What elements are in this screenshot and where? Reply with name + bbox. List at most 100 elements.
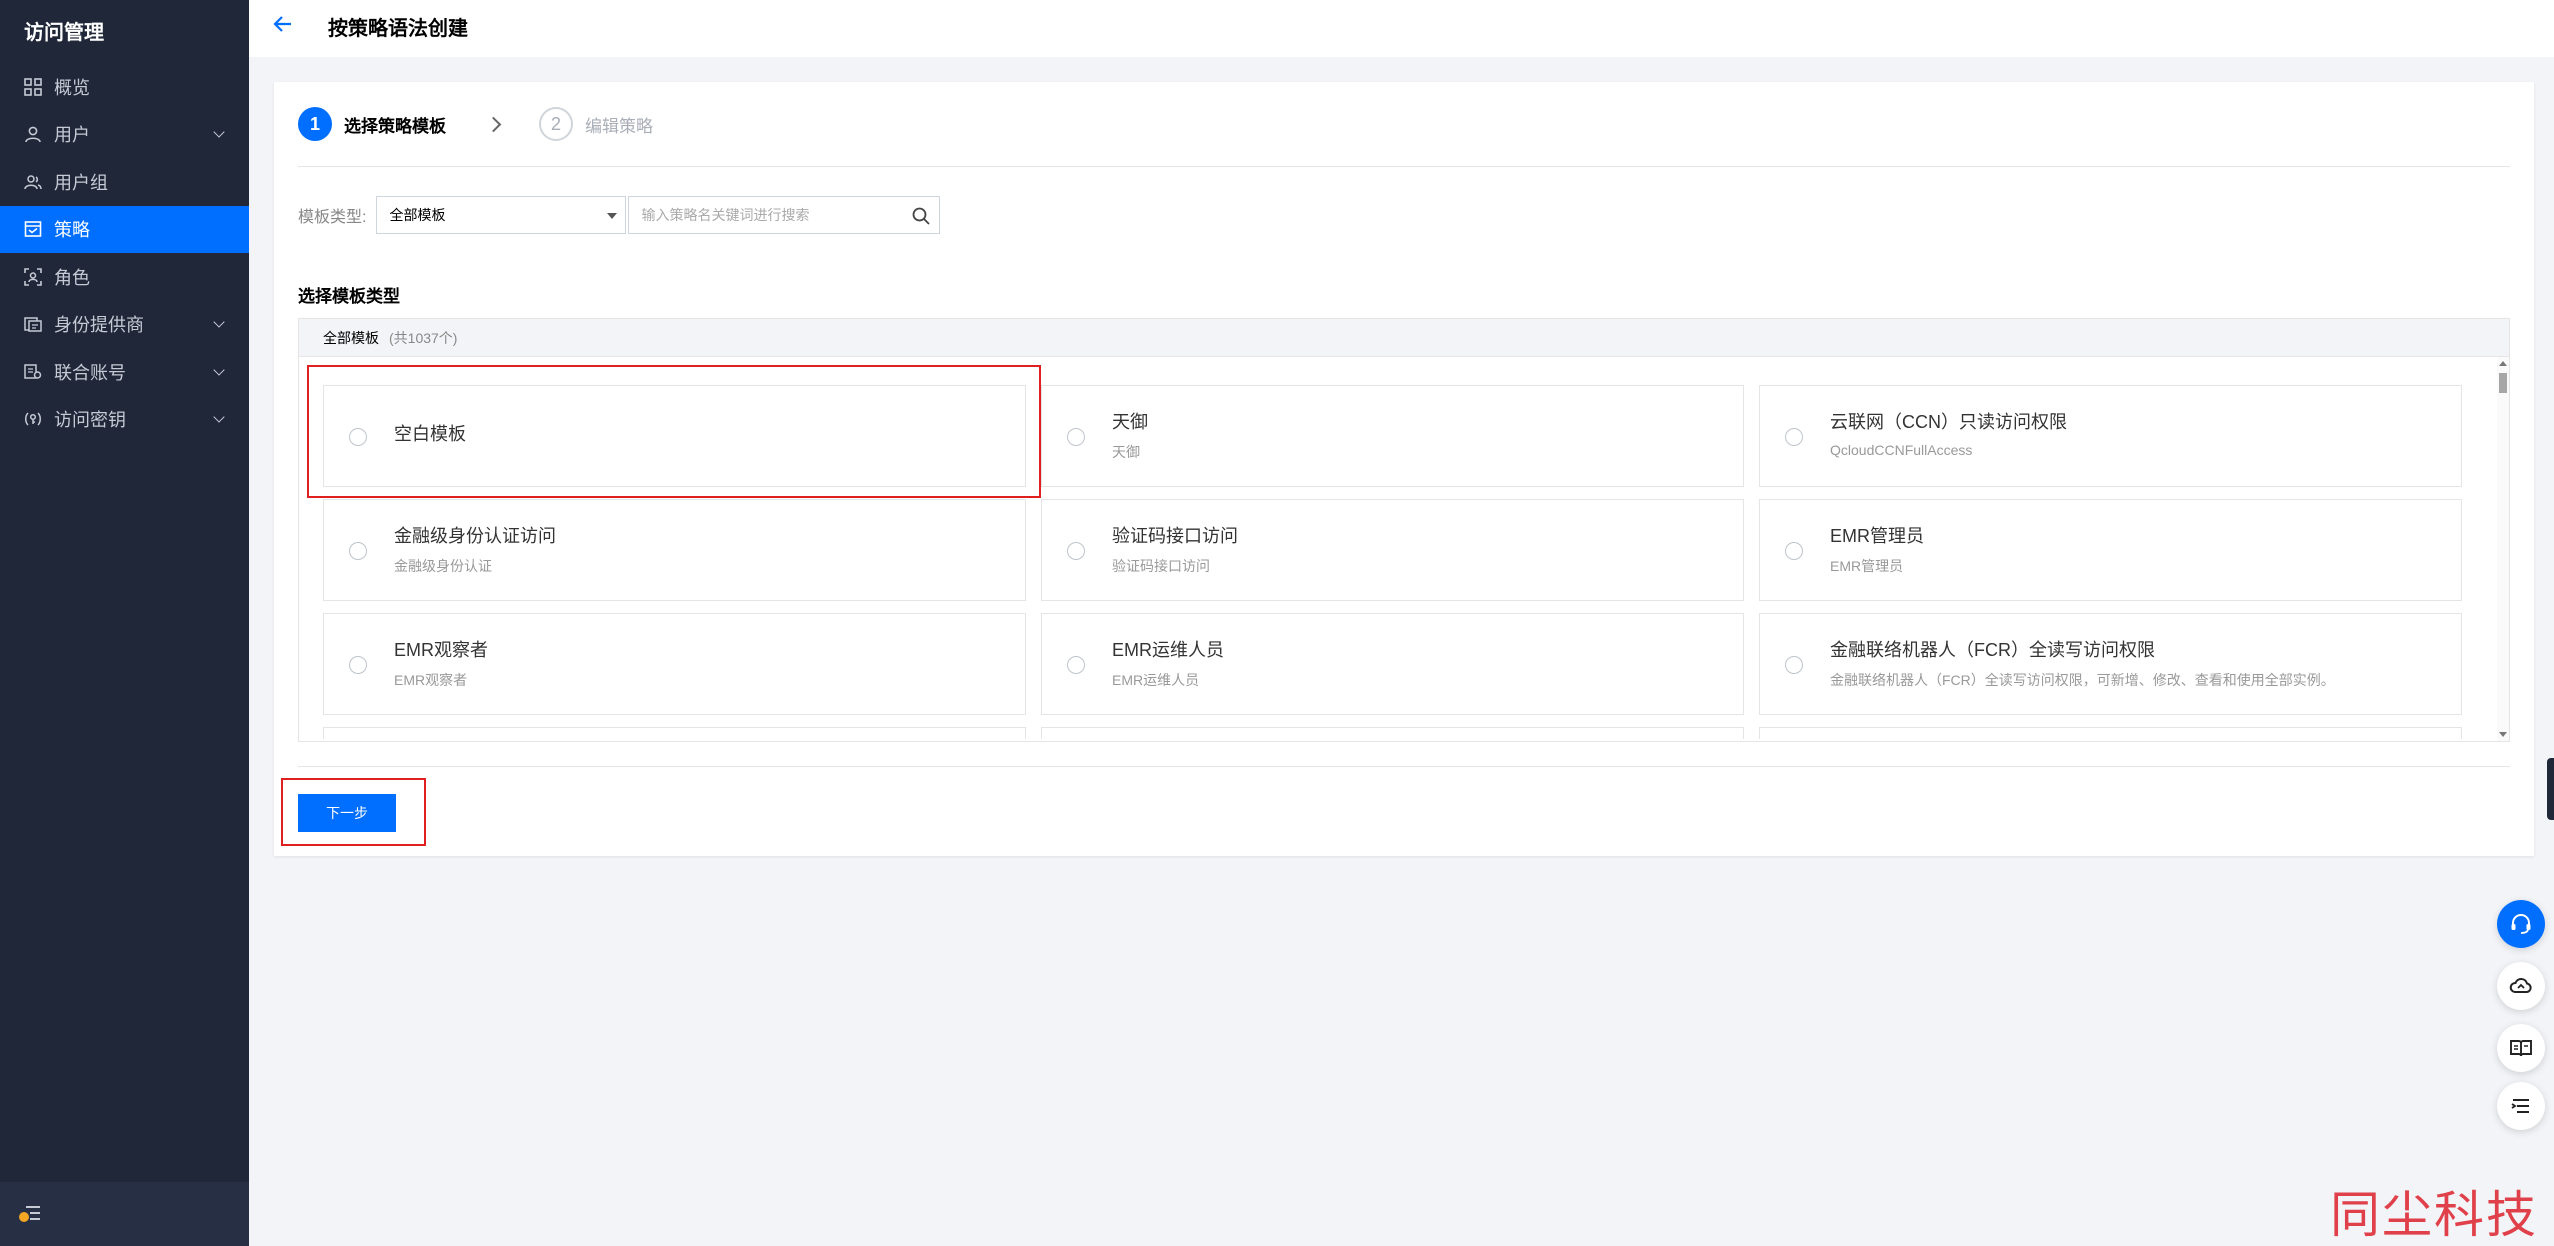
template-card[interactable]: EMR运维人员 EMR运维人员 — [1041, 613, 1744, 715]
policy-search-box — [628, 196, 941, 234]
template-desc: QcloudCCNFullAccess — [1830, 442, 1973, 458]
chevron-down-icon — [213, 316, 225, 328]
radio-button[interactable] — [1067, 428, 1085, 446]
collapse-sidebar-icon[interactable] — [18, 1204, 42, 1224]
policy-search-input[interactable] — [629, 197, 900, 233]
scroll-up-icon[interactable] — [2499, 361, 2507, 366]
template-card[interactable]: 金融联络机器人（FCR）全读写访问权限 金融联络机器人（FCR）全读写访问权限，… — [1759, 613, 2462, 715]
side-drawer-tab[interactable] — [2547, 758, 2554, 820]
section-title: 选择模板类型 — [298, 287, 400, 306]
template-name: 金融联络机器人（FCR）全读写访问权限 — [1830, 640, 2155, 660]
template-name: EMR运维人员 — [1112, 640, 1224, 660]
sidebar-item-label: 访问密钥 — [54, 410, 126, 431]
user-icon — [24, 125, 42, 143]
template-desc: 金融级身份认证 — [394, 558, 492, 574]
cloud-icon — [2509, 977, 2532, 993]
chevron-down-icon — [213, 411, 225, 423]
radio-button[interactable] — [1067, 542, 1085, 560]
main-card: 1 选择策略模板 2 编辑策略 模板类型: 全部模板 选择模板类型 全部模板 (… — [274, 82, 2534, 856]
radio-button[interactable] — [349, 542, 367, 560]
sidebar-item-user-groups[interactable]: 用户组 — [0, 158, 249, 206]
step-2-label: 编辑策略 — [585, 116, 653, 136]
list-tools-button[interactable] — [2497, 1082, 2545, 1130]
sidebar-item-label: 角色 — [54, 267, 90, 288]
sidebar-item-users[interactable]: 用户 — [0, 111, 249, 159]
book-icon — [2510, 1040, 2532, 1057]
radio-button[interactable] — [1785, 656, 1803, 674]
federated-account-icon — [24, 363, 42, 381]
divider — [298, 766, 2510, 767]
template-desc: 验证码接口访问 — [1112, 558, 1210, 574]
template-desc: 天御 — [1112, 444, 1140, 460]
template-desc: EMR管理员 — [1830, 558, 1904, 574]
sidebar-title: 访问管理 — [24, 22, 104, 44]
template-card[interactable]: 云联网（CCN）只读访问权限 QcloudCCNFullAccess — [1759, 385, 2462, 487]
scroll-down-icon[interactable] — [2499, 732, 2507, 737]
sidebar-item-identity-providers[interactable]: 身份提供商 — [0, 301, 249, 349]
step-2-number: 2 — [539, 107, 573, 141]
watermark: 同尘科技 — [2330, 1186, 2538, 1244]
step-1-number: 1 — [298, 107, 332, 141]
chevron-down-icon — [213, 126, 225, 138]
template-name: 验证码接口访问 — [1112, 526, 1238, 546]
template-type-select[interactable]: 全部模板 — [376, 196, 627, 234]
template-name: 空白模板 — [394, 424, 466, 444]
template-card[interactable]: 天御 天御 — [1041, 385, 1744, 487]
sidebar-item-label: 联合账号 — [54, 362, 126, 383]
back-arrow-icon[interactable] — [271, 12, 295, 36]
radio-button[interactable] — [1067, 656, 1085, 674]
sidebar-item-access-keys[interactable]: 访问密钥 — [0, 396, 249, 444]
radio-button[interactable] — [349, 656, 367, 674]
scrollbar-thumb[interactable] — [2499, 373, 2507, 393]
policy-icon — [24, 220, 42, 238]
template-card[interactable] — [323, 727, 1026, 739]
template-name: 云联网（CCN）只读访问权限 — [1830, 412, 2067, 432]
sidebar-item-overview[interactable]: 概览 — [0, 63, 249, 111]
template-card[interactable]: 金融级身份认证访问 金融级身份认证 — [323, 499, 1026, 601]
page-header: 按策略语法创建 — [249, 0, 2554, 57]
template-panel-header: 全部模板 (共1037个) — [299, 319, 2509, 357]
documentation-button[interactable] — [2497, 1024, 2545, 1072]
template-category: 全部模板 — [323, 329, 379, 346]
search-icon[interactable] — [911, 206, 931, 226]
template-card[interactable] — [1759, 727, 2462, 739]
template-desc: 金融联络机器人（FCR）全读写访问权限，可新增、修改、查看和使用全部实例。 — [1830, 672, 2335, 688]
cloud-tools-button[interactable] — [2497, 962, 2545, 1010]
template-card[interactable] — [1041, 727, 1744, 739]
next-step-button[interactable]: 下一步 — [298, 794, 396, 832]
scrollbar[interactable] — [2497, 357, 2509, 741]
page-title: 按策略语法创建 — [328, 18, 468, 40]
radio-button[interactable] — [1785, 428, 1803, 446]
template-name: 金融级身份认证访问 — [394, 526, 556, 546]
sidebar-item-label: 身份提供商 — [54, 315, 144, 336]
template-type-label: 模板类型: — [298, 209, 367, 226]
headset-icon — [2511, 914, 2531, 934]
sidebar-item-label: 概览 — [54, 77, 90, 98]
role-icon — [24, 267, 42, 286]
sidebar-item-federated-accounts[interactable]: 联合账号 — [0, 348, 249, 396]
template-desc: EMR观察者 — [394, 672, 468, 688]
steps: 1 选择策略模板 2 编辑策略 — [298, 106, 653, 142]
template-name: 天御 — [1112, 412, 1148, 432]
template-panel: 全部模板 (共1037个) 空白模板 天御 天御 云联网（CCN）只读访问权限 … — [298, 318, 2510, 742]
template-card[interactable]: EMR观察者 EMR观察者 — [323, 613, 1026, 715]
template-count: (共1037个) — [389, 329, 458, 346]
sidebar-item-label: 用户 — [54, 125, 90, 146]
template-desc: EMR运维人员 — [1112, 672, 1200, 688]
template-card[interactable]: 空白模板 — [323, 385, 1026, 487]
sidebar-item-roles[interactable]: 角色 — [0, 253, 249, 301]
sidebar-nav: 概览 用户 用户组 策略 角色 身份提供商 联合账号 访问密钥 — [0, 63, 249, 443]
radio-button[interactable] — [349, 428, 367, 446]
sidebar-footer — [0, 1182, 249, 1246]
user-group-icon — [24, 173, 42, 191]
template-type-value: 全部模板 — [389, 207, 446, 223]
sidebar-item-label: 策略 — [54, 220, 90, 241]
template-card[interactable]: 验证码接口访问 验证码接口访问 — [1041, 499, 1744, 601]
template-card[interactable]: EMR管理员 EMR管理员 — [1759, 499, 2462, 601]
template-name: EMR管理员 — [1830, 526, 1924, 546]
chevron-down-icon — [213, 364, 225, 376]
radio-button[interactable] — [1785, 542, 1803, 560]
sidebar-item-policies[interactable]: 策略 — [0, 205, 249, 253]
customer-service-button[interactable] — [2497, 900, 2545, 948]
sidebar: 访问管理 概览 用户 用户组 策略 角色 身份提供商 联合账号 访问密钥 — [0, 0, 249, 1246]
